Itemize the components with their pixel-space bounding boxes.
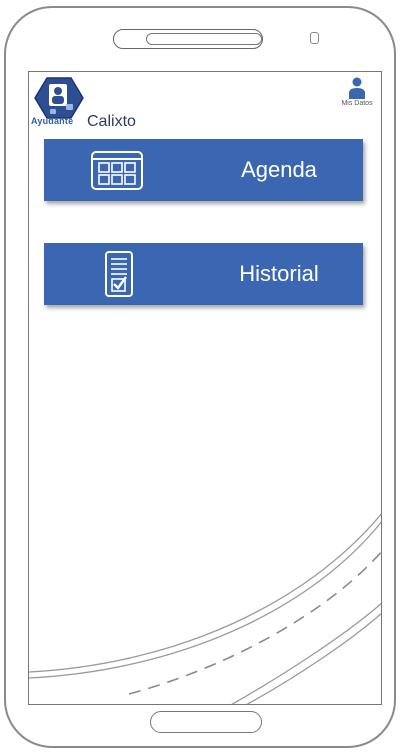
home-button[interactable] — [150, 711, 262, 733]
app-screen: Ayudante Calixto Mis Datos Agenda Histor… — [28, 71, 382, 705]
front-sensor — [310, 32, 319, 44]
earpiece-speaker — [146, 33, 262, 45]
road-decoration — [29, 513, 381, 704]
